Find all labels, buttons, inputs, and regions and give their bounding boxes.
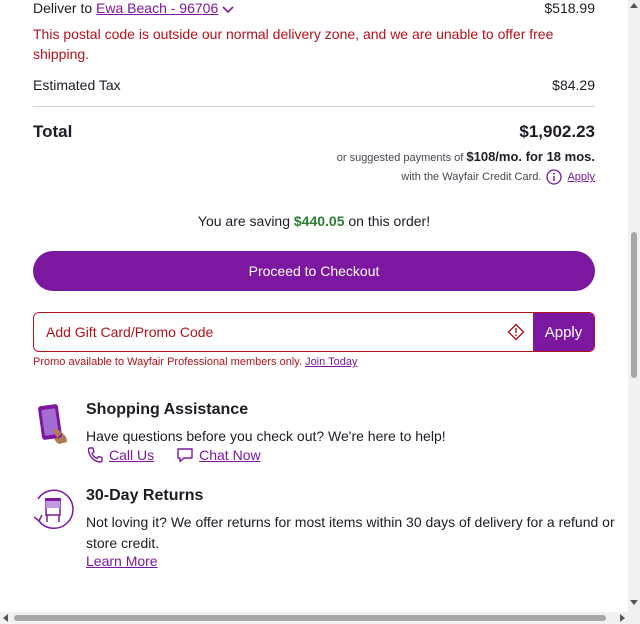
assistance-text: Have questions before you check out? We'…	[86, 428, 446, 444]
chat-icon[interactable]	[176, 446, 194, 464]
assistance-title: Shopping Assistance	[86, 401, 249, 418]
promo-note-text: Promo available to Wayfair Professional …	[33, 356, 302, 368]
scroll-up-icon[interactable]	[630, 3, 638, 8]
promo-code-form: Apply	[33, 312, 595, 352]
financing-card-line: with the Wayfair Credit Card. Apply	[401, 169, 595, 185]
returns-title: 30-Day Returns	[86, 487, 204, 504]
join-today-link[interactable]: Join Today	[305, 356, 357, 368]
learn-more-link[interactable]: Learn More	[86, 553, 158, 569]
promo-note: Promo available to Wayfair Professional …	[33, 356, 357, 368]
apply-credit-link[interactable]: Apply	[567, 171, 595, 183]
tax-label: Estimated Tax	[33, 77, 121, 93]
proceed-to-checkout-button[interactable]: Proceed to Checkout	[33, 251, 595, 291]
total-label: Total	[33, 122, 73, 141]
savings-amount: $440.05	[293, 213, 345, 229]
returns-text: Not loving it? We offer returns for most…	[86, 514, 615, 551]
scroll-left-icon[interactable]	[3, 614, 8, 622]
promo-code-input[interactable]	[34, 313, 499, 351]
tax-amount: $84.29	[552, 77, 595, 93]
savings-message: You are saving $440.05 on this order!	[33, 213, 595, 229]
divider	[33, 106, 595, 107]
phone-icon[interactable]	[86, 446, 104, 464]
delivery-location-link[interactable]: Ewa Beach - 96706	[96, 0, 218, 16]
savings-suffix: on this order!	[348, 213, 431, 229]
financing-prefix: or suggested payments of	[336, 152, 464, 164]
diamond-alert-icon	[499, 313, 533, 351]
total-amount: $1,902.23	[519, 122, 595, 141]
financing-card-text: with the Wayfair Credit Card.	[401, 171, 542, 183]
delivery-amount: $518.99	[544, 0, 595, 16]
horizontal-scroll-thumb[interactable]	[14, 615, 606, 621]
delivery-prefix: Deliver to	[33, 0, 93, 16]
savings-prefix: You are saving	[197, 213, 290, 229]
delivery-row: Deliver to Ewa Beach - 96706 $518.99	[33, 0, 595, 17]
info-icon[interactable]	[546, 169, 563, 185]
horizontal-scrollbar[interactable]	[0, 612, 640, 624]
call-us-link[interactable]: Call Us	[109, 447, 154, 463]
tax-row: Estimated Tax $84.29	[33, 77, 595, 93]
total-row: Total $1,902.23	[33, 122, 595, 142]
cart-summary: Deliver to Ewa Beach - 96706 $518.99 Thi…	[0, 0, 628, 610]
delivery-error-message: This postal code is outside our normal d…	[33, 26, 554, 62]
vertical-scroll-thumb[interactable]	[631, 232, 637, 378]
scroll-right-icon[interactable]	[620, 614, 625, 622]
returns-nightstand-icon	[30, 487, 76, 538]
phone-hand-icon	[33, 402, 73, 451]
financing-terms: $108/mo. for 18 mos.	[466, 149, 595, 164]
vertical-scrollbar[interactable]	[628, 0, 640, 612]
financing-line: or suggested payments of $108/mo. for 18…	[337, 149, 595, 164]
chevron-down-icon[interactable]	[222, 1, 234, 17]
scroll-down-icon[interactable]	[630, 600, 638, 605]
assistance-actions: Call Us Chat Now	[86, 446, 261, 464]
chat-now-link[interactable]: Chat Now	[199, 447, 260, 463]
promo-apply-button[interactable]: Apply	[533, 313, 594, 351]
